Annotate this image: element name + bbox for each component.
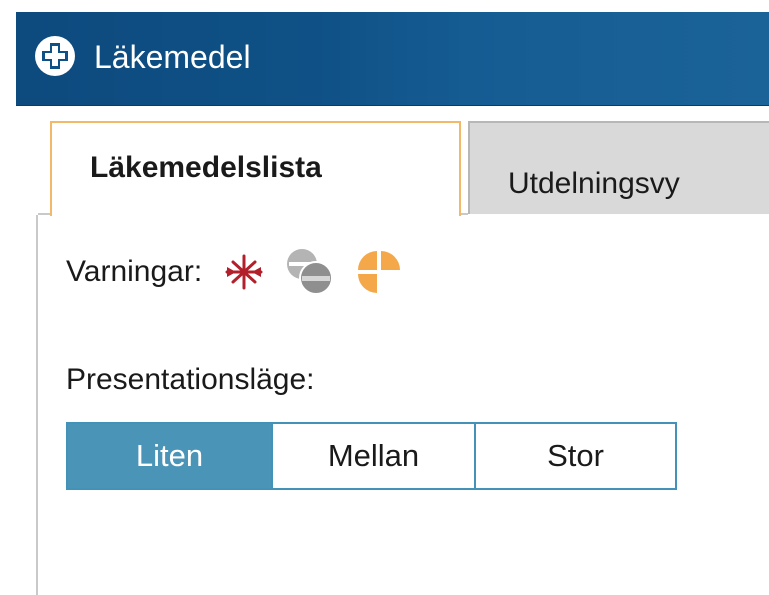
tab-label: Utdelningsvy xyxy=(508,167,680,200)
duplicate-pills-icon[interactable] xyxy=(286,248,334,296)
size-option-small[interactable]: Liten xyxy=(68,424,271,488)
interaction-star-icon[interactable] xyxy=(224,252,264,292)
tab-dispensing-view[interactable]: Utdelningsvy xyxy=(468,121,769,214)
size-option-large[interactable]: Stor xyxy=(474,424,675,488)
tab-baseline xyxy=(461,213,468,215)
warnings-label: Varningar: xyxy=(66,255,203,288)
medication-window: Läkemedel Läkemedelslista Utdelningsvy V… xyxy=(0,0,769,595)
title-bar: Läkemedel xyxy=(16,12,769,106)
warnings-row: Varningar: xyxy=(66,246,402,298)
window-title: Läkemedel xyxy=(94,39,251,75)
tab-label: Läkemedelslista xyxy=(90,151,322,184)
orange-pie-icon[interactable] xyxy=(356,249,402,295)
presentation-mode-label: Presentationsläge: xyxy=(66,363,315,396)
tab-baseline xyxy=(38,213,50,215)
size-option-medium[interactable]: Mellan xyxy=(271,424,474,488)
tab-medication-list[interactable]: Läkemedelslista xyxy=(50,121,461,216)
presentation-mode-selector: Liten Mellan Stor xyxy=(66,422,677,490)
panel-border xyxy=(36,215,38,595)
medical-cross-icon xyxy=(35,36,75,76)
